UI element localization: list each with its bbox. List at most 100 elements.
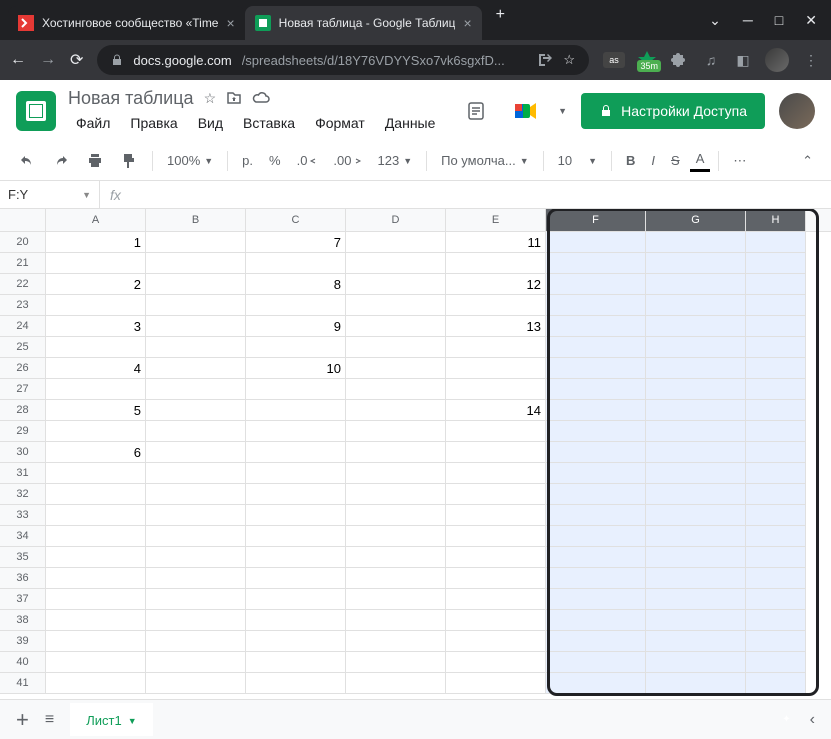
cell[interactable] (646, 652, 746, 673)
cell[interactable] (546, 589, 646, 610)
cell[interactable] (246, 421, 346, 442)
cell[interactable]: 11 (446, 232, 546, 253)
cell[interactable] (646, 316, 746, 337)
cell[interactable] (446, 253, 546, 274)
cell[interactable] (646, 232, 746, 253)
close-icon[interactable]: ✕ (805, 12, 817, 29)
cell[interactable] (246, 547, 346, 568)
cell[interactable] (546, 631, 646, 652)
sheets-logo-icon[interactable] (16, 91, 56, 131)
cloud-icon[interactable] (252, 90, 270, 107)
cell[interactable] (46, 463, 146, 484)
cell[interactable] (746, 610, 806, 631)
cell[interactable] (446, 463, 546, 484)
cell[interactable] (746, 526, 806, 547)
cell[interactable] (446, 547, 546, 568)
tab-close-icon[interactable]: × (226, 15, 234, 31)
cell[interactable] (446, 652, 546, 673)
percent-button[interactable]: % (263, 149, 287, 172)
cell[interactable] (446, 505, 546, 526)
cell[interactable] (446, 610, 546, 631)
cell[interactable] (746, 589, 806, 610)
cell[interactable] (246, 610, 346, 631)
cell[interactable] (446, 442, 546, 463)
cell[interactable] (546, 232, 646, 253)
cell[interactable] (746, 253, 806, 274)
profile-avatar[interactable] (765, 48, 789, 72)
cell[interactable] (346, 442, 446, 463)
cell[interactable] (346, 316, 446, 337)
row-header[interactable]: 35 (0, 547, 46, 568)
cell[interactable] (646, 526, 746, 547)
maximize-icon[interactable]: □ (775, 12, 783, 29)
cell[interactable]: 9 (246, 316, 346, 337)
cell[interactable] (646, 400, 746, 421)
cell[interactable] (646, 253, 746, 274)
cell[interactable] (246, 673, 346, 694)
zoom-dropdown[interactable]: 100%▼ (161, 149, 219, 172)
back-button[interactable]: ← (10, 51, 26, 69)
cell[interactable]: 14 (446, 400, 546, 421)
cell[interactable] (246, 526, 346, 547)
cell[interactable] (546, 379, 646, 400)
cell[interactable] (546, 337, 646, 358)
row-header[interactable]: 25 (0, 337, 46, 358)
row-header[interactable]: 41 (0, 673, 46, 694)
cell[interactable] (146, 568, 246, 589)
cell[interactable] (746, 442, 806, 463)
cell[interactable] (246, 253, 346, 274)
print-button[interactable] (80, 148, 110, 174)
formula-input[interactable] (131, 181, 831, 208)
row-header[interactable]: 29 (0, 421, 46, 442)
user-avatar[interactable] (779, 93, 815, 129)
cell[interactable] (346, 400, 446, 421)
panel-icon[interactable]: ◧ (733, 50, 753, 70)
row-header[interactable]: 38 (0, 610, 46, 631)
cell[interactable] (46, 610, 146, 631)
row-header[interactable]: 26 (0, 358, 46, 379)
cell[interactable] (246, 631, 346, 652)
share-url-icon[interactable] (537, 52, 553, 68)
cell[interactable] (146, 610, 246, 631)
cell[interactable] (246, 337, 346, 358)
cell[interactable] (346, 610, 446, 631)
all-sheets-button[interactable]: ≡ (45, 711, 54, 729)
cell[interactable] (546, 358, 646, 379)
row-header[interactable]: 32 (0, 484, 46, 505)
cell[interactable] (746, 400, 806, 421)
sheet-tab-dropdown-icon[interactable]: ▼ (128, 716, 137, 726)
cell[interactable] (446, 421, 546, 442)
column-header[interactable]: A (46, 209, 146, 231)
row-header[interactable]: 34 (0, 526, 46, 547)
cell[interactable] (446, 484, 546, 505)
cell[interactable] (546, 442, 646, 463)
cell[interactable] (346, 463, 446, 484)
ext-icon[interactable]: 35m (637, 50, 657, 70)
cell[interactable] (346, 337, 446, 358)
cell[interactable] (346, 673, 446, 694)
cell[interactable]: 12 (446, 274, 546, 295)
row-header[interactable]: 24 (0, 316, 46, 337)
cell[interactable] (446, 295, 546, 316)
cell[interactable] (746, 295, 806, 316)
row-header[interactable]: 23 (0, 295, 46, 316)
cell[interactable] (146, 526, 246, 547)
cell[interactable] (246, 295, 346, 316)
name-box[interactable]: F:Y ▼ (0, 181, 100, 208)
cell[interactable] (346, 484, 446, 505)
cell[interactable] (546, 568, 646, 589)
spreadsheet-grid[interactable]: ABCDEFGH 2017112122281223243913252641027… (0, 209, 831, 729)
row-header[interactable]: 30 (0, 442, 46, 463)
ext-icon[interactable]: as (603, 52, 625, 68)
cell[interactable] (346, 589, 446, 610)
browser-tab-active[interactable]: Новая таблица - Google Таблиц × (245, 6, 482, 40)
sheet-tab[interactable]: Лист1 ▼ (70, 703, 152, 736)
cell[interactable] (246, 442, 346, 463)
cell[interactable] (546, 652, 646, 673)
cell[interactable] (546, 505, 646, 526)
cell[interactable] (546, 547, 646, 568)
cell[interactable] (346, 568, 446, 589)
undo-button[interactable] (12, 148, 42, 174)
cell[interactable] (346, 421, 446, 442)
cell[interactable] (46, 295, 146, 316)
